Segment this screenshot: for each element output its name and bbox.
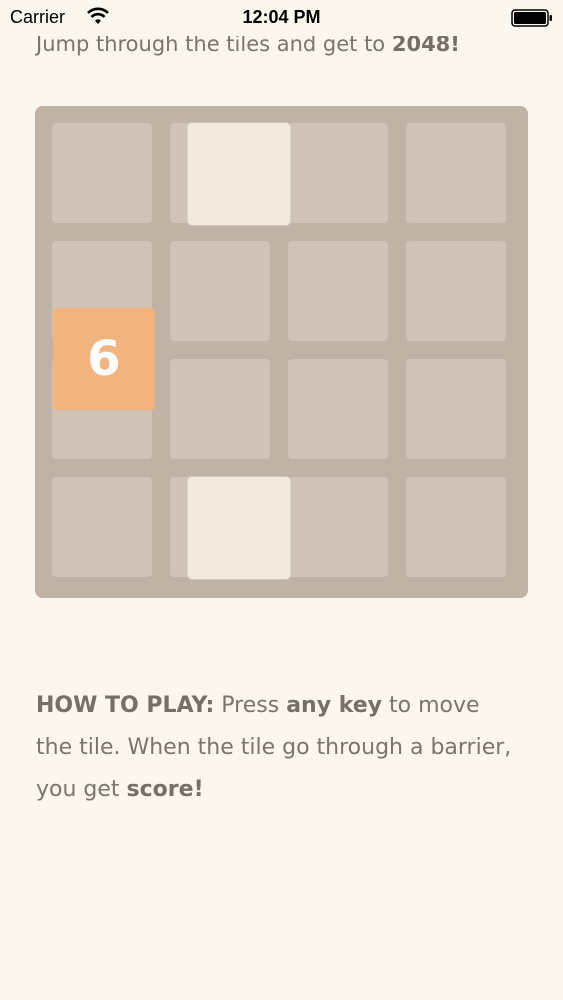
clock: 12:04 PM — [242, 7, 321, 27]
player-tile[interactable]: 6 — [53, 308, 155, 410]
how-to-play-part1: Press — [214, 693, 287, 718]
grid-cell — [406, 477, 506, 577]
game-board[interactable]: 6 — [35, 106, 528, 598]
barrier-tile-bottom — [188, 477, 290, 579]
player-tile-value: 6 — [87, 331, 121, 387]
battery-icon — [511, 9, 552, 27]
barrier-tile-top — [188, 123, 290, 225]
grid-cell — [406, 123, 506, 223]
grid-cell — [52, 123, 152, 223]
grid-cell — [288, 123, 388, 223]
grid-cell — [288, 241, 388, 341]
grid-cell — [288, 359, 388, 459]
how-to-play-text: HOW TO PLAY: Press any key to move the t… — [36, 685, 516, 811]
grid-cell — [52, 477, 152, 577]
grid-cell — [170, 241, 270, 341]
how-to-play-key: any key — [286, 693, 382, 718]
grid-cell — [406, 359, 506, 459]
grid-cell — [170, 359, 270, 459]
how-to-play-score: score! — [126, 777, 204, 802]
grid-cell — [288, 477, 388, 577]
grid-cell — [406, 241, 506, 341]
how-to-play-heading: HOW TO PLAY: — [36, 693, 215, 718]
status-bar: Carrier 12:04 PM — [0, 0, 563, 36]
